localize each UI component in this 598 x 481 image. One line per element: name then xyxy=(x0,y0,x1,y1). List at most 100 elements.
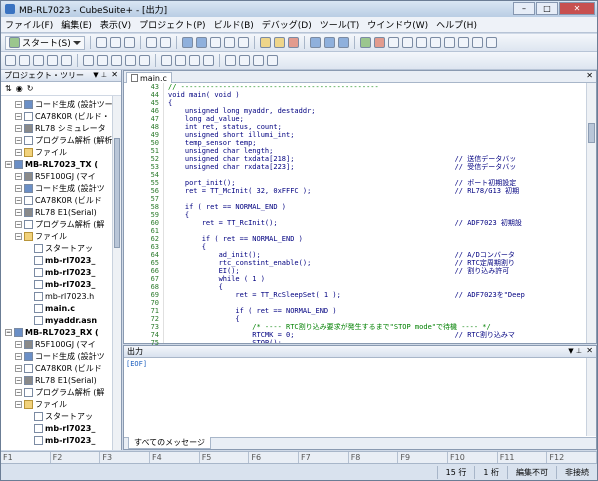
output-scrollbar[interactable] xyxy=(586,358,596,436)
code-line[interactable]: RTCMK = 0; // RTC割り込みマ xyxy=(168,331,515,339)
code-line[interactable]: port_init(); // ポート初期設定 xyxy=(168,179,516,187)
connect-icon[interactable] xyxy=(323,37,335,48)
code-line[interactable]: unsigned char length; xyxy=(168,147,274,155)
function-key-7[interactable]: F7 xyxy=(299,452,349,463)
code-line[interactable]: { xyxy=(168,99,172,107)
bookmark-prev-icon[interactable] xyxy=(237,37,249,48)
code-line[interactable]: /* ---- RTC割り込み要求が発生するまで"STOP mode"で待機 -… xyxy=(168,323,490,331)
menu-edit[interactable]: 編集(E) xyxy=(61,18,92,31)
expand-toggle-icon[interactable]: − xyxy=(15,137,22,144)
code-line[interactable]: int ret, status, count; xyxy=(168,123,282,131)
call-graph-icon[interactable] xyxy=(253,55,264,66)
code-line[interactable]: rtc_constint_enable(); // RTC定周期割り xyxy=(168,259,515,267)
run-to-cursor-icon[interactable] xyxy=(443,37,455,48)
code-line[interactable]: EI(); // 割り込み許可 xyxy=(168,267,510,275)
menu-build[interactable]: ビルド(B) xyxy=(214,18,254,31)
expand-toggle-icon[interactable]: − xyxy=(15,197,22,204)
disassemble-icon[interactable] xyxy=(203,55,214,66)
menu-window[interactable]: ウインドウ(W) xyxy=(367,18,428,31)
collapse-icon[interactable]: ⇅ xyxy=(5,84,12,93)
expand-toggle-icon[interactable]: − xyxy=(5,329,12,336)
scroll-thumb[interactable] xyxy=(588,123,595,143)
local-var-icon[interactable] xyxy=(111,55,122,66)
code-line[interactable]: unsigned long myaddr, destaddr; xyxy=(168,107,316,115)
rebuild-icon[interactable] xyxy=(273,37,285,48)
step-over-icon[interactable] xyxy=(415,37,427,48)
output-icon[interactable] xyxy=(33,55,44,66)
code-line[interactable]: ret = TT_McInit( 32, 0xFFFC ); // RL78/G… xyxy=(168,187,519,195)
function-key-6[interactable]: F6 xyxy=(249,452,300,463)
halt-icon[interactable] xyxy=(373,37,385,48)
build-icon[interactable] xyxy=(259,37,271,48)
close-button[interactable]: ✕ xyxy=(559,2,595,15)
expand-toggle-icon[interactable]: − xyxy=(15,173,22,180)
expand-toggle-icon[interactable]: − xyxy=(15,221,22,228)
redo-icon[interactable] xyxy=(159,37,171,48)
code-line[interactable]: { xyxy=(168,211,189,219)
maximize-button[interactable]: □ xyxy=(536,2,558,15)
paste-icon[interactable] xyxy=(123,37,135,48)
function-key-4[interactable]: F4 xyxy=(150,452,200,463)
code-line[interactable]: if ( ret == NORMAL_END ) xyxy=(168,307,336,315)
return-icon[interactable] xyxy=(471,37,483,48)
code-line[interactable]: { xyxy=(168,315,239,323)
memory-icon[interactable] xyxy=(47,55,58,66)
menu-view[interactable]: 表示(V) xyxy=(100,18,131,31)
step-in-icon[interactable] xyxy=(401,37,413,48)
start-button[interactable]: スタート(S) xyxy=(5,35,85,50)
code-line[interactable]: if ( ret == NORMAL_END ) xyxy=(168,203,286,211)
expand-toggle-icon[interactable]: − xyxy=(15,113,22,120)
tab-main-c[interactable]: main.c xyxy=(126,72,172,83)
tree-item[interactable]: mb-rl7023_ xyxy=(25,434,95,447)
expand-toggle-icon[interactable]: − xyxy=(15,341,22,348)
code-line[interactable]: long ad_value; xyxy=(168,115,244,123)
copy-icon[interactable] xyxy=(109,37,121,48)
expand-toggle-icon[interactable]: − xyxy=(15,353,22,360)
code-line[interactable]: ret = TT_RcSleepSet( 1 ); // ADF7023を"De… xyxy=(168,291,524,299)
pc-icon[interactable] xyxy=(485,37,497,48)
trace-icon[interactable] xyxy=(139,55,150,66)
disconnect-icon[interactable] xyxy=(337,37,349,48)
expand-toggle-icon[interactable]: − xyxy=(15,185,22,192)
replace-icon[interactable] xyxy=(195,37,207,48)
code-line[interactable]: ret = TT_RcInit(); // ADF7023 初期設 xyxy=(168,219,522,227)
function-key-1[interactable]: F1 xyxy=(1,452,51,463)
expand-toggle-icon[interactable]: − xyxy=(15,389,22,396)
expand-toggle-icon[interactable]: − xyxy=(15,125,22,132)
code-line[interactable]: unsigned char rxdata[223]; // 受信データバッ xyxy=(168,163,516,171)
close-panel-icon[interactable]: ✕ xyxy=(586,346,593,355)
event-icon[interactable] xyxy=(161,55,172,66)
function-list-icon[interactable] xyxy=(225,55,236,66)
function-key-8[interactable]: F8 xyxy=(349,452,399,463)
function-key-3[interactable]: F3 xyxy=(100,452,151,463)
dropdown-arrow-icon[interactable] xyxy=(72,40,81,45)
code-line[interactable]: { xyxy=(168,283,223,291)
menu-debug[interactable]: デバッグ(D) xyxy=(262,18,312,31)
code-line[interactable]: while ( 1 ) xyxy=(168,275,265,283)
call-stack-icon[interactable] xyxy=(125,55,136,66)
pin-icon[interactable]: ▼ ⊥ xyxy=(93,71,107,79)
coverage-icon[interactable] xyxy=(189,55,200,66)
expand-toggle-icon[interactable]: − xyxy=(15,401,22,408)
expand-toggle-icon[interactable]: − xyxy=(5,161,12,168)
expand-toggle-icon[interactable]: − xyxy=(15,377,22,384)
step-out-icon[interactable] xyxy=(429,37,441,48)
code-line[interactable]: void main( void ) xyxy=(168,91,240,99)
go-icon[interactable] xyxy=(359,37,371,48)
menu-file[interactable]: ファイル(F) xyxy=(5,18,53,31)
function-key-9[interactable]: F9 xyxy=(398,452,449,463)
close-panel-icon[interactable]: ✕ xyxy=(111,70,118,79)
scroll-thumb[interactable] xyxy=(114,138,120,248)
register-icon[interactable] xyxy=(83,55,94,66)
code-line[interactable]: // -------------------------------------… xyxy=(168,83,379,91)
expand-toggle-icon[interactable]: − xyxy=(15,149,22,156)
settings-icon[interactable]: ◉ xyxy=(16,84,23,93)
undo-icon[interactable] xyxy=(145,37,157,48)
function-key-2[interactable]: F2 xyxy=(51,452,101,463)
restart-icon[interactable] xyxy=(457,37,469,48)
stop-build-icon[interactable] xyxy=(287,37,299,48)
expand-toggle-icon[interactable]: − xyxy=(15,101,22,108)
code-line[interactable]: unsigned short illumi_int; xyxy=(168,131,295,139)
function-key-10[interactable]: F10 xyxy=(448,452,498,463)
code-line[interactable]: unsigned char txdata[218]; // 送信データバッ xyxy=(168,155,516,163)
